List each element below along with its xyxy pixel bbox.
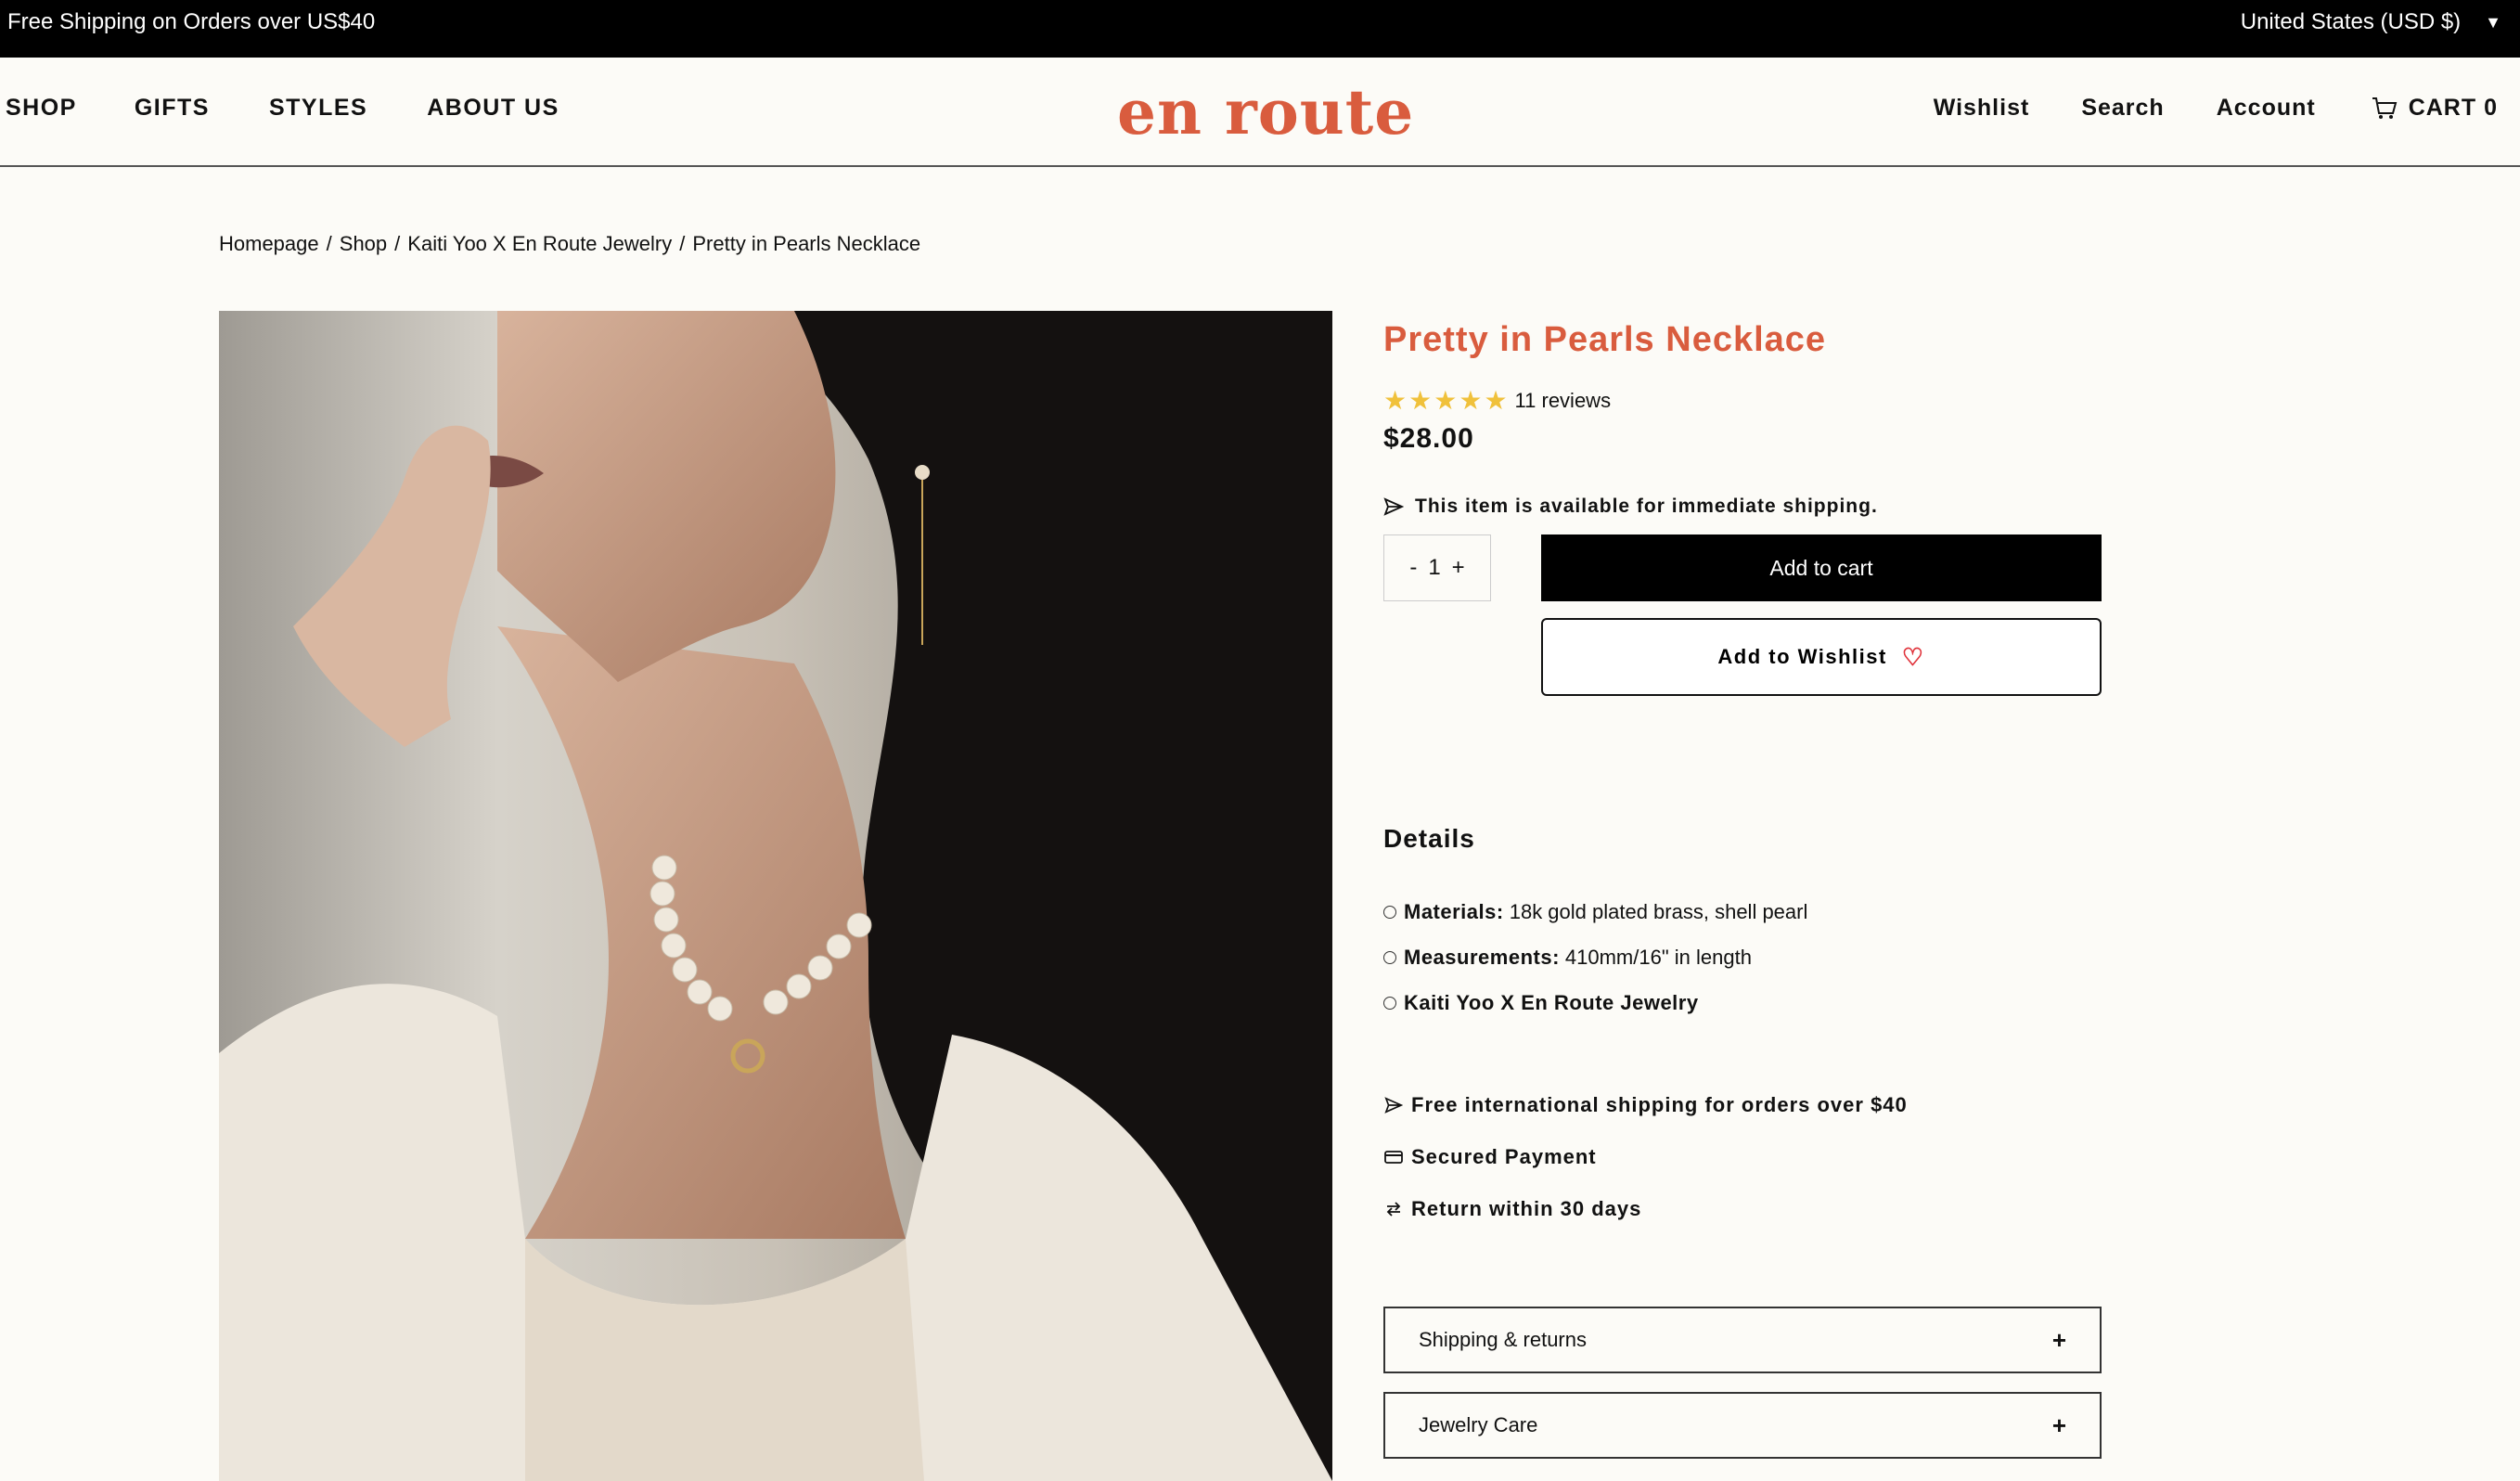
accordion-shipping-returns[interactable]: Shipping & returns + (1383, 1307, 2102, 1373)
detail-measurements: Measurements: 410mm/16" in length (1383, 946, 2102, 970)
add-to-wishlist-label: Add to Wishlist (1717, 645, 1887, 668)
perk-returns: Return within 30 days (1383, 1197, 2102, 1221)
details-heading: Details (1383, 824, 1475, 853)
availability-notice: This item is available for immediate shi… (1383, 496, 2102, 518)
brand-logo[interactable]: en route (1117, 76, 1414, 148)
breadcrumb-separator: / (326, 232, 332, 255)
breadcrumb-separator: / (394, 232, 401, 255)
breadcrumb-homepage[interactable]: Homepage (219, 232, 319, 256)
star-icon: ★ (1484, 386, 1508, 415)
accordion-label: Jewelry Care (1419, 1413, 1538, 1436)
region-selector[interactable]: United States (USD $) ▼ (2241, 9, 2501, 35)
qty-decrease-button[interactable]: - (1409, 555, 1417, 581)
perk-shipping-text: Free international shipping for orders o… (1411, 1093, 1908, 1116)
qty-value[interactable]: 1 (1428, 555, 1440, 581)
star-icon: ★ (1459, 386, 1483, 415)
perk-returns-text: Return within 30 days (1411, 1197, 1642, 1220)
qty-increase-button[interactable]: + (1452, 555, 1465, 581)
nav-shop[interactable]: SHOP (6, 95, 77, 122)
rating-stars: ★ ★ ★ ★ ★ (1383, 388, 1508, 414)
product-rating[interactable]: ★ ★ ★ ★ ★ 11 reviews (1383, 388, 2102, 414)
star-icon: ★ (1434, 386, 1458, 415)
breadcrumb-current: Pretty in Pearls Necklace (692, 232, 921, 255)
detail-materials: Materials: 18k gold plated brass, shell … (1383, 900, 2102, 924)
purchase-row: - 1 + Add to cart Add to Wishlist ♡ (1383, 534, 2102, 696)
detail-label: Measurements: (1404, 946, 1560, 969)
plus-icon: + (2051, 1410, 2066, 1439)
perk-payment-text: Secured Payment (1411, 1145, 1597, 1168)
cart-icon (2372, 97, 2398, 119)
quantity-stepper[interactable]: - 1 + (1383, 534, 1491, 601)
detail-label: Kaiti Yoo X En Route Jewelry (1404, 991, 1699, 1014)
cart-link[interactable]: CART 0 (2372, 95, 2498, 122)
plus-icon: + (2051, 1325, 2066, 1354)
details-list: Materials: 18k gold plated brass, shell … (1383, 900, 2102, 1015)
breadcrumb-separator: / (679, 232, 686, 255)
circle-bullet-icon (1383, 997, 1396, 1010)
star-icon: ★ (1408, 386, 1433, 415)
detail-value: 18k gold plated brass, shell pearl (1509, 900, 1808, 923)
nav-gifts[interactable]: GIFTS (135, 95, 210, 122)
credit-card-icon (1383, 1150, 1404, 1165)
nav-search[interactable]: Search (2081, 95, 2164, 122)
detail-label: Materials: (1404, 900, 1504, 923)
detail-collection: Kaiti Yoo X En Route Jewelry (1383, 991, 2102, 1015)
free-shipping-promo: Free Shipping on Orders over US$40 (7, 9, 376, 34)
region-label: United States (USD $) (2240, 9, 2462, 34)
return-arrows-icon (1383, 1202, 1404, 1217)
star-icon: ★ (1383, 386, 1408, 415)
detail-value: 410mm/16" in length (1564, 946, 1752, 969)
paper-plane-icon (1383, 497, 1404, 516)
utility-nav: Wishlist Search Account CART 0 (1934, 95, 2498, 122)
nav-wishlist[interactable]: Wishlist (1934, 95, 2030, 122)
nav-account[interactable]: Account (2217, 95, 2316, 122)
accordion-jewelry-care[interactable]: Jewelry Care + (1383, 1392, 2102, 1459)
nav-about-us[interactable]: ABOUT US (427, 95, 559, 122)
paper-plane-icon (1383, 1096, 1404, 1114)
circle-bullet-icon (1383, 951, 1396, 964)
accordion-label: Shipping & returns (1419, 1328, 1587, 1351)
circle-bullet-icon (1383, 906, 1396, 919)
chevron-down-icon: ▼ (2485, 12, 2501, 32)
breadcrumb-collection[interactable]: Kaiti Yoo X En Route Jewelry (407, 232, 672, 256)
product-price: $28.00 (1383, 423, 1474, 454)
announcement-bar: Free Shipping on Orders over US$40 Unite… (0, 0, 2520, 58)
product-image[interactable] (219, 311, 1332, 1481)
add-to-wishlist-button[interactable]: Add to Wishlist ♡ (1541, 618, 2102, 696)
store-perks: Free international shipping for orders o… (1383, 1093, 2102, 1221)
product-title: Pretty in Pearls Necklace (1383, 320, 1827, 359)
cart-label: CART 0 (2408, 95, 2498, 121)
model-photo (219, 311, 1332, 1481)
availability-text: This item is available for immediate shi… (1415, 496, 1878, 517)
reviews-count[interactable]: 11 reviews (1515, 389, 1612, 413)
nav-styles[interactable]: STYLES (269, 95, 367, 122)
perk-payment: Secured Payment (1383, 1145, 2102, 1169)
product-info: Pretty in Pearls Necklace ★ ★ ★ ★ ★ 11 r… (1383, 311, 2102, 1459)
breadcrumb: Homepage / Shop / Kaiti Yoo X En Route J… (219, 232, 920, 256)
primary-nav: SHOP GIFTS STYLES ABOUT US (6, 95, 559, 122)
heart-icon: ♡ (1901, 642, 1925, 671)
purchase-actions: Add to cart Add to Wishlist ♡ (1541, 534, 2102, 696)
main-header: SHOP GIFTS STYLES ABOUT US en route Wish… (0, 58, 2520, 167)
add-to-cart-button[interactable]: Add to cart (1541, 534, 2102, 601)
perk-shipping: Free international shipping for orders o… (1383, 1093, 2102, 1117)
breadcrumb-shop[interactable]: Shop (340, 232, 387, 256)
